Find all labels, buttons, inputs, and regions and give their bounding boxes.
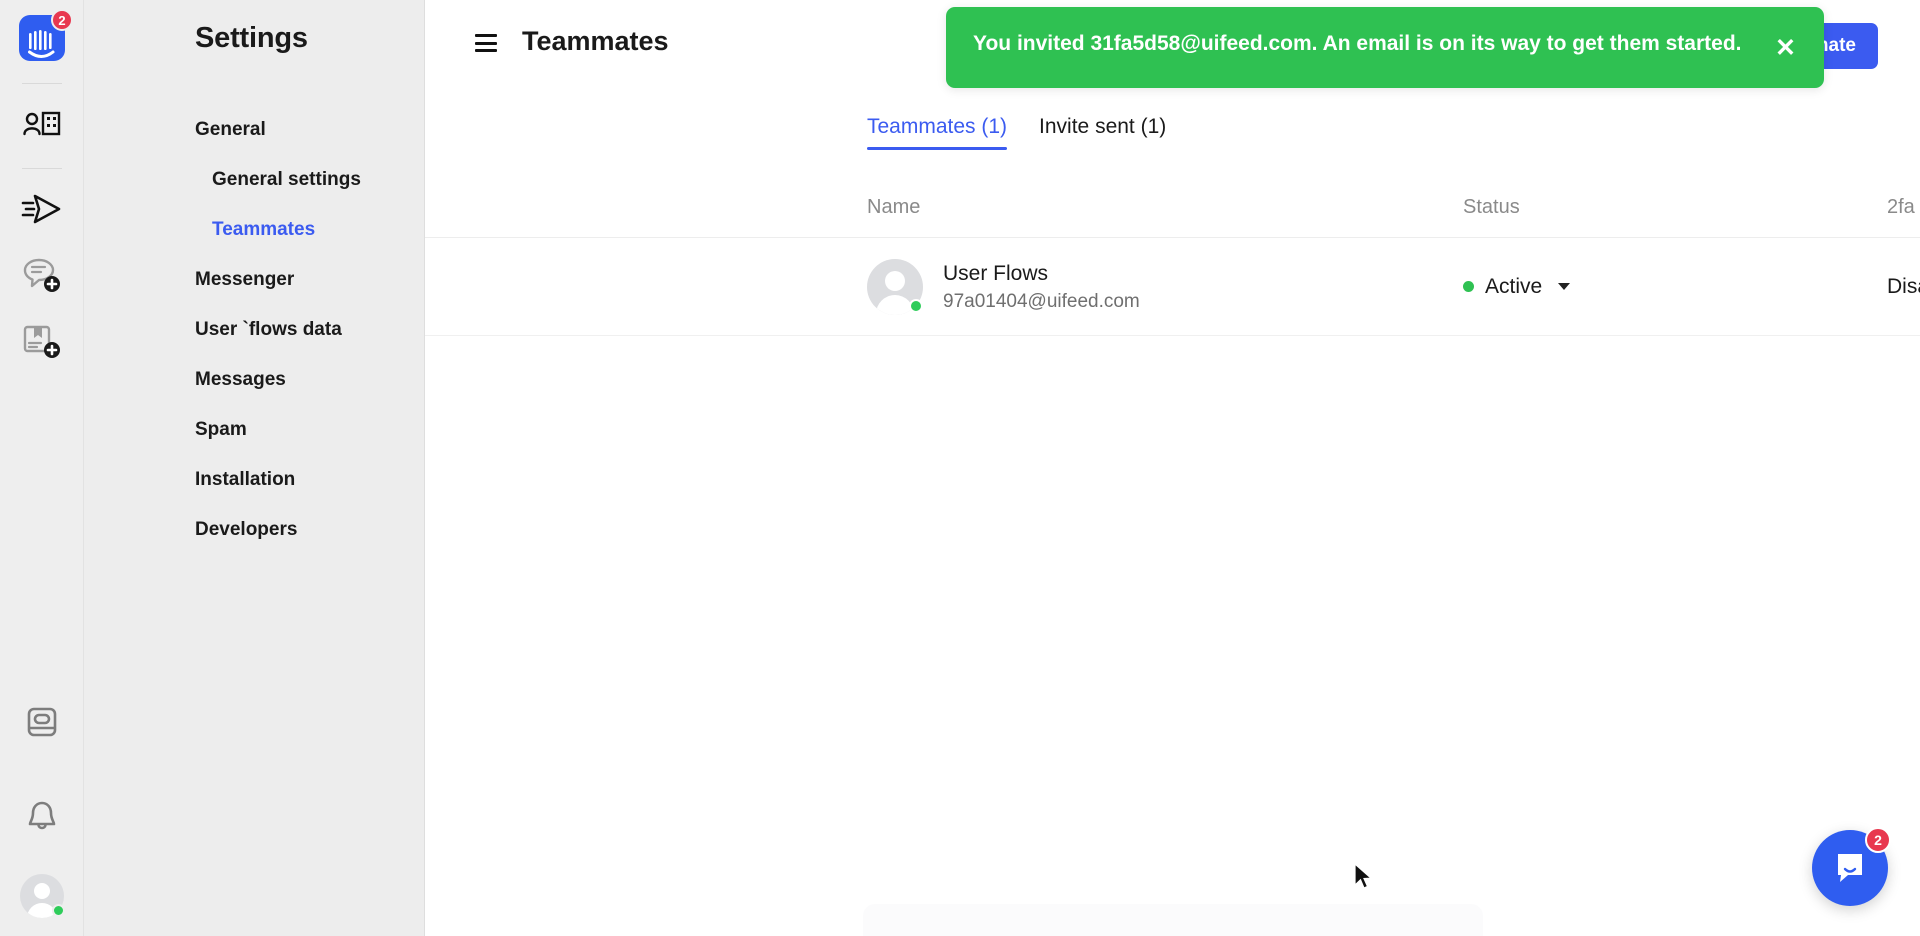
content-title: Teammates [522, 26, 669, 56]
sidebar-item-general-settings[interactable]: General settings [84, 155, 424, 205]
hamburger-bar-3 [475, 49, 497, 52]
teammate-email: 97a01404@uifeed.com [943, 290, 1140, 312]
page-title: Settings [195, 22, 308, 54]
new-article-icon [23, 325, 60, 358]
avatar-head [34, 883, 50, 899]
logo-wrap: 2 [19, 9, 73, 61]
sidebar-item-new-article[interactable] [0, 318, 84, 366]
inbox-icon [27, 707, 57, 737]
presence-dot-online [909, 298, 923, 313]
avatar [20, 874, 65, 918]
invite-success-toast: You invited 31fa5d58@uifeed.com. An emai… [946, 7, 1824, 88]
launcher-notification-badge: 2 [1865, 827, 1891, 853]
hamburger-bar-2 [475, 41, 497, 45]
sidebar-item-inbox[interactable] [0, 700, 84, 744]
sidebar-item-teammates[interactable]: Teammates [84, 205, 424, 255]
table-row[interactable]: User Flows 97a01404@uifeed.com Active Di… [425, 238, 1920, 336]
company-profile-icon [23, 111, 61, 136]
table-header-row: Name Status 2fa [425, 178, 1920, 238]
sidebar-item-developers[interactable]: Developers [84, 505, 424, 555]
close-icon[interactable]: ✕ [1773, 32, 1798, 65]
main-content: Teammates + New Teammate You invited 31f… [425, 0, 1920, 936]
hamburger-bar-1 [475, 34, 497, 37]
rail-divider-2 [22, 168, 62, 169]
status-badge [1463, 281, 1474, 292]
sidebar-item-send-message[interactable] [0, 185, 84, 233]
app-root: 2 Settings General General settings Team… [0, 0, 1920, 936]
sidebar-item-new-conversation[interactable] [0, 252, 84, 300]
avatar-head [885, 270, 905, 291]
sidebar-item-general[interactable]: General [84, 105, 424, 155]
bottom-partial-panel [862, 904, 1483, 936]
primary-icon-rail: 2 [0, 0, 84, 936]
sidebar-item-notifications[interactable] [0, 795, 84, 839]
sidebar-item-messages[interactable]: Messages [84, 355, 424, 405]
sidebar-item-installation[interactable]: Installation [84, 455, 424, 505]
logo-notification-badge: 2 [51, 9, 73, 31]
user-avatar-button[interactable] [0, 872, 84, 920]
messenger-launcher-button[interactable]: 2 [1812, 827, 1891, 906]
sidebar-item-company-profile[interactable] [0, 103, 84, 147]
intercom-logo-button[interactable]: 2 [0, 9, 84, 66]
column-header-2fa: 2fa [1887, 196, 1915, 218]
sidebar-item-messenger[interactable]: Messenger [84, 255, 424, 305]
cell-status[interactable]: Active [1463, 275, 1887, 299]
toast-message: You invited 31fa5d58@uifeed.com. An emai… [973, 32, 1742, 55]
hamburger-icon[interactable] [472, 31, 502, 55]
teammates-table: Name Status 2fa User Flows 97a01404@uife… [425, 178, 1920, 336]
tab-bar: Teammates (1) Invite sent (1) [425, 102, 1920, 150]
status-label: Active [1485, 274, 1543, 298]
teammate-name: User Flows [943, 261, 1049, 285]
bell-icon [28, 801, 56, 830]
cell-2fa: Disabled [1887, 274, 1920, 298]
sidebar-item-spam[interactable]: Spam [84, 405, 424, 455]
name-block: User Flows 97a01404@uifeed.com [943, 261, 1140, 313]
avatar [867, 258, 923, 315]
presence-dot-online [52, 904, 65, 917]
send-message-icon [21, 194, 61, 224]
new-conversation-icon [23, 258, 60, 292]
settings-nav-list: General General settings Teammates Messe… [84, 105, 424, 555]
settings-sidebar: Settings General General settings Teamma… [84, 0, 425, 936]
rail-divider-1 [22, 83, 62, 84]
tab-teammates[interactable]: Teammates (1) [867, 115, 1008, 150]
chevron-down-icon[interactable] [1558, 283, 1571, 290]
intercom-messenger-icon [1838, 854, 1862, 882]
sidebar-item-user-flows-data[interactable]: User `flows data [84, 305, 424, 355]
column-header-name: Name [867, 196, 921, 218]
tab-invite-sent[interactable]: Invite sent (1) [1039, 115, 1166, 150]
cell-name: User Flows 97a01404@uifeed.com [867, 258, 1463, 315]
column-header-status: Status [1463, 196, 1520, 218]
